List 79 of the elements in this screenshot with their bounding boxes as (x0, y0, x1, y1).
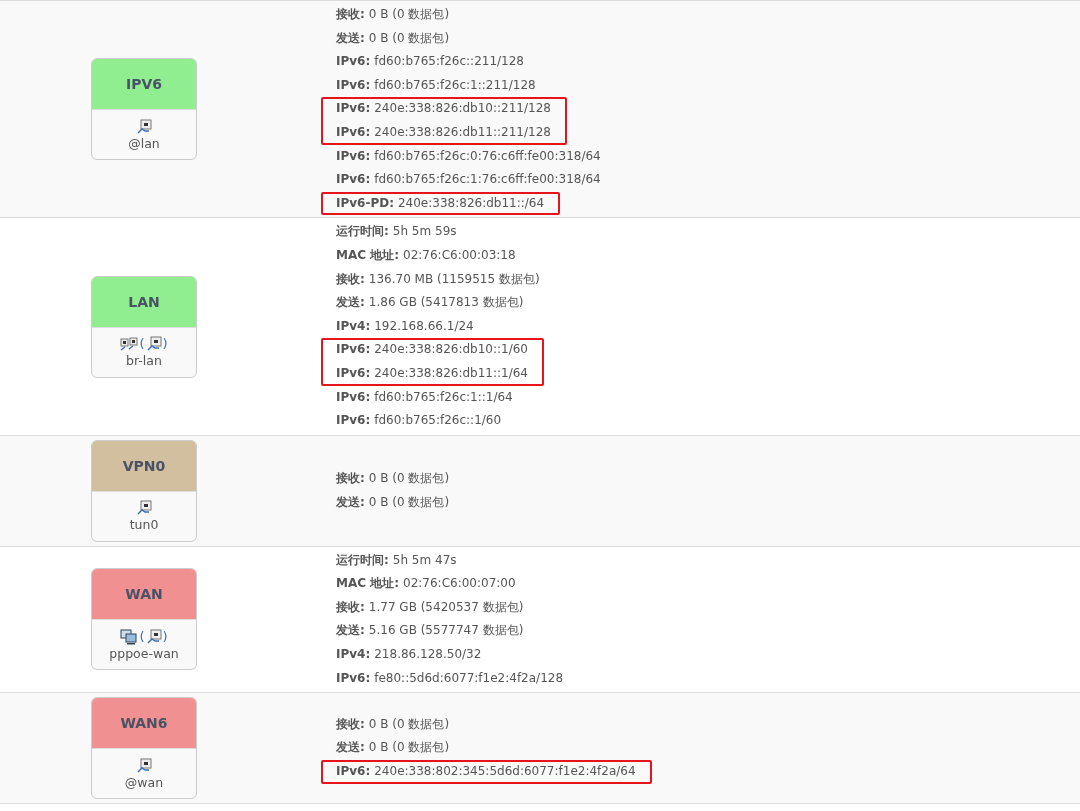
interface-name: WAN6 (92, 698, 196, 749)
field-label: IPv6: (336, 54, 371, 69)
field-value: 1.86 GB (5417813 数据包) (368, 295, 524, 310)
field-value: 0 B (0 数据包) (368, 716, 450, 731)
field-label: 发送: (336, 494, 365, 509)
field-label: 接收: (336, 716, 365, 731)
field-value: fd60:b765:f26c:1::1/64 (374, 389, 513, 404)
field-value: fe80::5d6d:6077:f1e2:4f2a/128 (374, 670, 564, 685)
field-label: MAC 地址: (336, 247, 399, 262)
field-label: 发送: (336, 295, 365, 310)
field-label: IPv6: (336, 124, 371, 139)
interface-name: WAN (92, 569, 196, 620)
parenthesis: ( (139, 628, 145, 645)
field-value: fd60:b765:f26c:1:76:c6ff:fe00:318/64 (374, 172, 601, 187)
field-value: 240e:338:802:345:5d6d:6077:f1e2:4f2a/64 (374, 764, 636, 779)
field-value: 136.70 MB (1159515 数据包) (368, 271, 540, 286)
interface-name: IPV6 (92, 59, 196, 110)
field-label: IPv6: (336, 413, 371, 428)
network-port-icon (136, 757, 152, 774)
field-value: 240e:338:826:db11::211/128 (374, 124, 551, 139)
field-label: 接收: (336, 271, 365, 286)
device-name: br-lan (126, 353, 162, 368)
parenthesis: ) (162, 628, 168, 645)
field-label: 发送: (336, 740, 365, 755)
network-port-icon (136, 118, 152, 135)
field-label: IPv6: (336, 389, 371, 404)
field-label: IPv6: (336, 342, 371, 357)
field-label: IPv6: (336, 764, 371, 779)
field-value: fd60:b765:f26c:1::211/128 (374, 77, 536, 92)
parenthesis: ( (139, 336, 145, 352)
field-label: MAC 地址: (336, 576, 399, 591)
field-label: IPv6: (336, 101, 371, 116)
computers-icon (120, 628, 139, 645)
interface-name: LAN (92, 276, 196, 327)
field-label: IPv4: (336, 647, 371, 662)
field-label: 运行时间: (336, 552, 389, 567)
field-label: IPv6: (336, 365, 371, 380)
field-value: 0 B (0 数据包) (368, 471, 450, 486)
field-value: 02:76:C6:00:03:18 (403, 247, 516, 262)
network-port-icon (145, 628, 162, 645)
device-name: @lan (128, 135, 160, 151)
field-value: 240e:338:826:db11::/64 (397, 195, 545, 210)
device-name: @wan (124, 774, 164, 790)
network-bridge-icon (120, 336, 139, 352)
field-value: 0 B (0 数据包) (368, 7, 450, 21)
field-label: IPv6: (336, 148, 371, 163)
field-value: 192.168.66.1/24 (374, 318, 474, 333)
field-label: IPv6: (336, 670, 371, 685)
field-value: 0 B (0 数据包) (368, 30, 450, 45)
field-value: fd60:b765:f26c::1/60 (374, 413, 502, 428)
field-label: IPv6: (336, 77, 371, 92)
field-label: 发送: (336, 30, 365, 45)
field-value: fd60:b765:f26c::211/128 (374, 54, 524, 69)
field-value: 240e:338:826:db11::1/64 (374, 365, 528, 380)
network-port-icon (136, 500, 152, 517)
field-label: IPv6: (336, 172, 371, 187)
device-name: pppoe-wan (109, 645, 179, 661)
device-name: tun0 (129, 517, 159, 533)
field-value: 240e:338:826:db10::211/128 (374, 101, 551, 116)
field-value: 218.86.128.50/32 (374, 647, 482, 662)
field-value: fd60:b765:f26c:0:76:c6ff:fe00:318/64 (374, 148, 601, 163)
field-value: 5.16 GB (5577747 数据包) (368, 623, 524, 638)
parenthesis: ) (162, 336, 168, 352)
field-label: 接收: (336, 599, 365, 614)
field-label: 发送: (336, 623, 365, 638)
interface-name: VPN0 (92, 440, 196, 491)
field-value: 02:76:C6:00:07:00 (403, 576, 516, 591)
field-label: IPv6-PD: (336, 195, 394, 210)
field-label: 接收: (336, 471, 365, 486)
field-label: 接收: (336, 7, 365, 21)
field-value: 0 B (0 数据包) (368, 740, 450, 755)
field-label: IPv4: (336, 318, 371, 333)
field-value: 0 B (0 数据包) (368, 494, 450, 509)
field-label: 运行时间: (336, 224, 389, 239)
field-value: 1.77 GB (5420537 数据包) (368, 599, 524, 614)
field-value: 5h 5m 59s (392, 224, 457, 239)
field-value: 240e:338:826:db10::1/60 (374, 342, 528, 357)
network-port-icon (145, 336, 162, 352)
field-value: 5h 5m 47s (392, 552, 457, 567)
